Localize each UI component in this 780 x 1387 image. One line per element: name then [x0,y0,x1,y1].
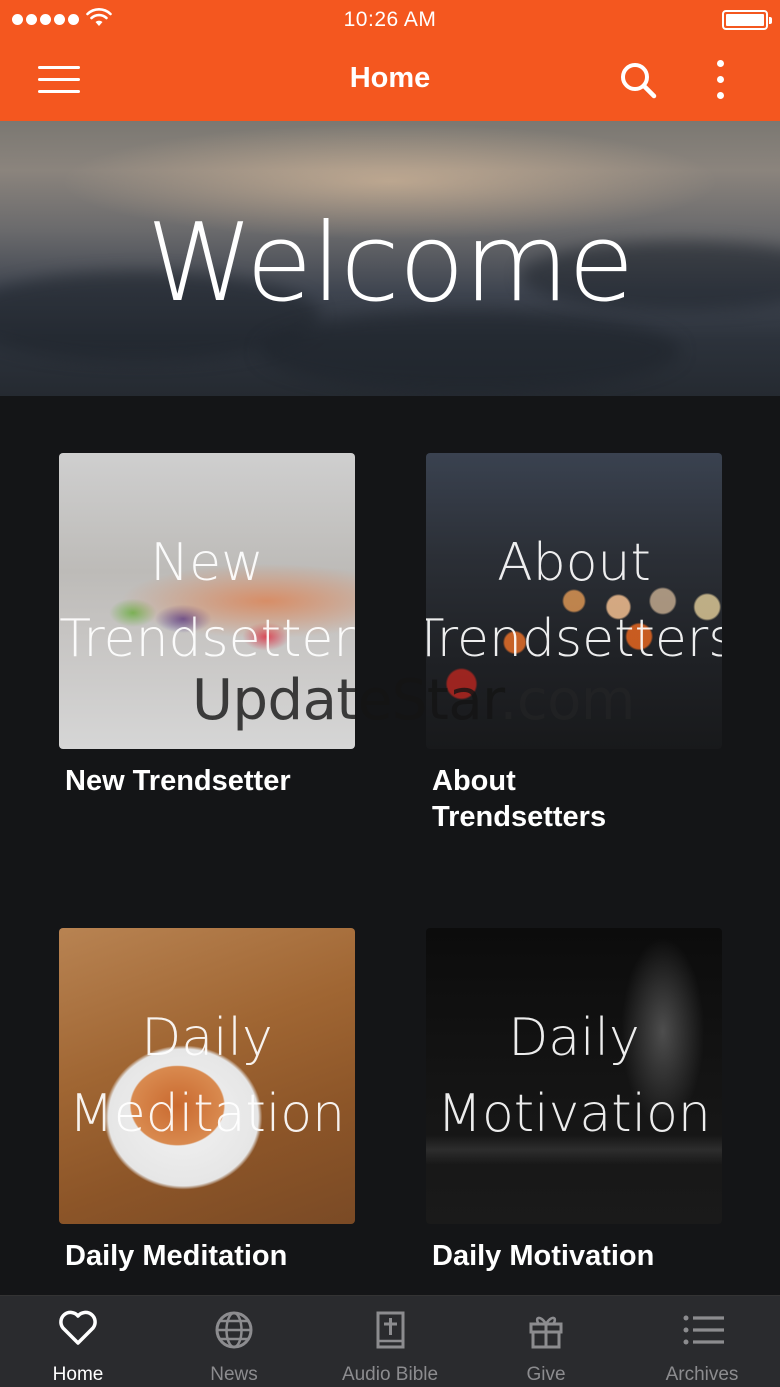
tile-overlay-line: Daily [141,1008,273,1068]
status-bar: 10:26 AM [0,0,780,40]
tile-daily-meditation[interactable]: Daily Meditation [59,928,355,1224]
tile-overlay-line: About [497,533,651,593]
tile-caption-line: About [432,765,516,797]
page-title: Home [349,62,431,94]
tab-archives[interactable]: Archives [624,1296,780,1387]
list-icon [683,1315,724,1345]
tile-overlay-text: Daily Meditation [59,928,355,1224]
tile-caption-line: Trendsetters [432,801,607,833]
tile-about-trendsetters[interactable]: About Trendsetters [426,453,722,749]
tile-overlay-line: Trendsetter [59,609,355,669]
tile-overlay-text: Daily Motivation [426,928,722,1224]
tab-news[interactable]: News [156,1296,312,1387]
tab-home[interactable]: Home [0,1296,156,1387]
gift-icon [529,1316,563,1349]
tile-overlay-line: Motivation [437,1084,711,1144]
tile-overlay-line: Daily [508,1008,640,1068]
top-bar: 10:26 AM Home [0,0,780,121]
welcome-heading: Welcome [146,201,634,326]
tile-overlay-line: Meditation [68,1084,346,1144]
status-time: 10:26 AM [343,8,437,31]
globe-icon [215,1311,253,1349]
tab-give[interactable]: Give [468,1296,624,1387]
heart-icon [59,1310,97,1345]
search-icon[interactable] [618,60,658,100]
welcome-banner: Welcome [0,121,780,396]
tab-label: Archives [665,1364,739,1385]
more-vertical-icon[interactable] [704,58,736,102]
tile-caption-line: Daily Meditation [65,1240,288,1272]
tile-overlay-line: New [150,533,264,593]
tab-audio-bible[interactable]: Audio Bible [312,1296,468,1387]
tab-label: News [210,1364,258,1385]
bible-icon [376,1311,405,1349]
tile-daily-motivation[interactable]: Daily Motivation [426,928,722,1224]
tab-label: Give [526,1364,566,1385]
battery-icon [722,10,772,30]
tile-caption-line: Daily Motivation [432,1240,655,1272]
tile-caption-daily-meditation[interactable]: Daily Meditation [65,1238,287,1274]
tile-caption-daily-motivation[interactable]: Daily Motivation [432,1238,654,1274]
tile-overlay-text: About Trendsetters [426,453,722,749]
tile-caption-about-trendsetters[interactable]: About Trendsetters [432,763,606,835]
bottom-tab-bar: Home News Audio Bible Give Archives [0,1295,780,1387]
app-bar: Home [0,40,780,121]
tile-caption-new-trendsetter[interactable]: New Trendsetter [65,763,291,799]
tile-caption-line: New Trendsetter [65,765,291,797]
tile-overlay-line: Trendsetters [426,609,722,669]
tile-overlay-text: New Trendsetter [59,453,355,749]
tab-label: Audio Bible [341,1364,439,1385]
tab-label: Home [52,1364,104,1385]
tile-new-trendsetter[interactable]: New Trendsetter [59,453,355,749]
